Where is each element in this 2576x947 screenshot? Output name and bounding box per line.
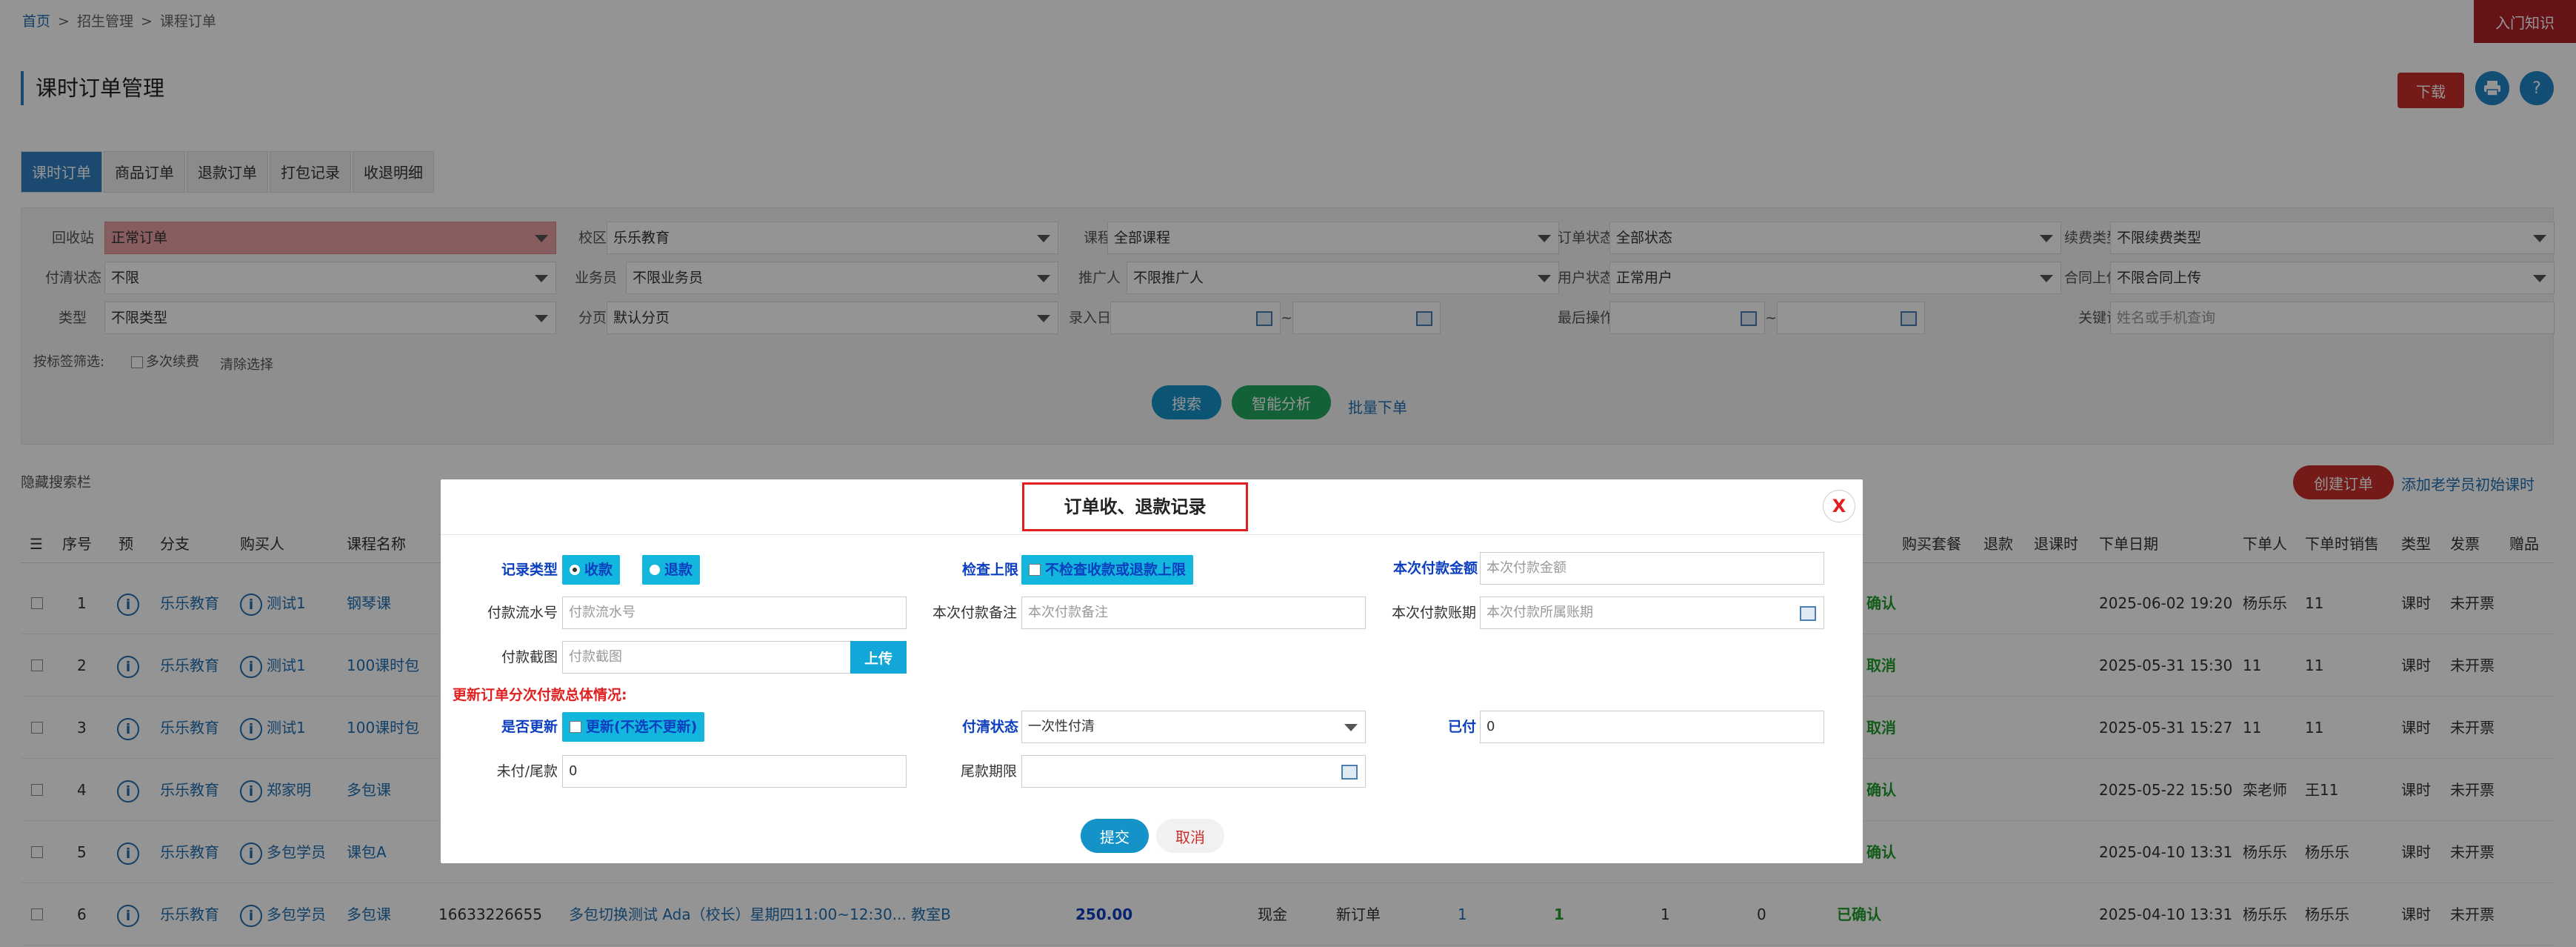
checkbox-label: 不检查收款或退款上限 [1045,562,1187,578]
radio-label: 收款 [584,562,613,578]
amount-input[interactable]: 本次付款金额 [1480,552,1824,585]
checkbox-icon [570,721,581,733]
calendar-icon [1800,606,1816,621]
serial-input[interactable]: 付款流水号 [562,597,907,629]
radio-dot-icon [570,565,580,575]
update-warning: 更新订单分次付款总体情况: [453,687,627,703]
record-type-income-radio[interactable]: 收款 [562,555,621,585]
due-label: 尾款期限 [960,763,1017,780]
placeholder: 付款流水号 [569,605,635,620]
update-label: 是否更新 [501,719,558,735]
amount-label: 本次付款金额 [1392,560,1478,576]
upload-button[interactable]: 上传 [850,641,907,674]
placeholder: 本次付款金额 [1486,560,1566,576]
divider [441,534,1863,535]
placeholder: 本次付款备注 [1028,605,1108,620]
due-date-input[interactable] [1021,755,1366,788]
checkbox-label: 更新(不选不更新) [586,719,698,735]
serial-label: 付款流水号 [487,605,558,621]
chevron-down-icon [1344,724,1358,731]
radio-label: 退款 [664,562,693,578]
payment-record-modal: 订单收、退款记录 X 记录类型 收款 退款 检查上限 不检查收款或退款上限 本次… [441,479,1863,863]
input-value: 0 [1486,719,1495,734]
record-type-refund-radio[interactable]: 退款 [642,555,701,585]
submit-button[interactable]: 提交 [1081,819,1149,853]
radio-dot-icon [650,565,660,575]
close-icon[interactable]: X [1823,490,1855,522]
paid-label: 已付 [1447,719,1476,735]
settle-select[interactable]: 一次性付清 [1021,711,1366,743]
cancel-button[interactable]: 取消 [1156,819,1224,853]
unpaid-input[interactable]: 0 [562,755,907,788]
check-limit-label: 检查上限 [961,562,1018,578]
screenshot-input[interactable]: 付款截图 [562,641,851,674]
unpaid-label: 未付/尾款 [496,763,558,780]
paid-input[interactable]: 0 [1480,711,1824,743]
input-value: 0 [569,763,578,779]
period-input[interactable]: 本次付款所属账期 [1480,597,1824,629]
record-type-label: 记录类型 [501,562,558,578]
screenshot-label: 付款截图 [501,649,558,665]
settle-label: 付清状态 [961,719,1018,735]
select-value: 一次性付清 [1028,719,1095,734]
placeholder: 付款截图 [569,649,622,665]
modal-title: 订单收、退款记录 [1022,482,1248,531]
update-checkbox[interactable]: 更新(不选不更新) [562,712,705,742]
note-input[interactable]: 本次付款备注 [1021,597,1366,629]
checkbox-icon [1029,564,1041,576]
period-label: 本次付款账期 [1391,605,1476,621]
placeholder: 本次付款所属账期 [1486,605,1593,620]
check-limit-checkbox[interactable]: 不检查收款或退款上限 [1021,555,1194,585]
calendar-icon [1341,765,1358,780]
note-label: 本次付款备注 [932,605,1017,621]
